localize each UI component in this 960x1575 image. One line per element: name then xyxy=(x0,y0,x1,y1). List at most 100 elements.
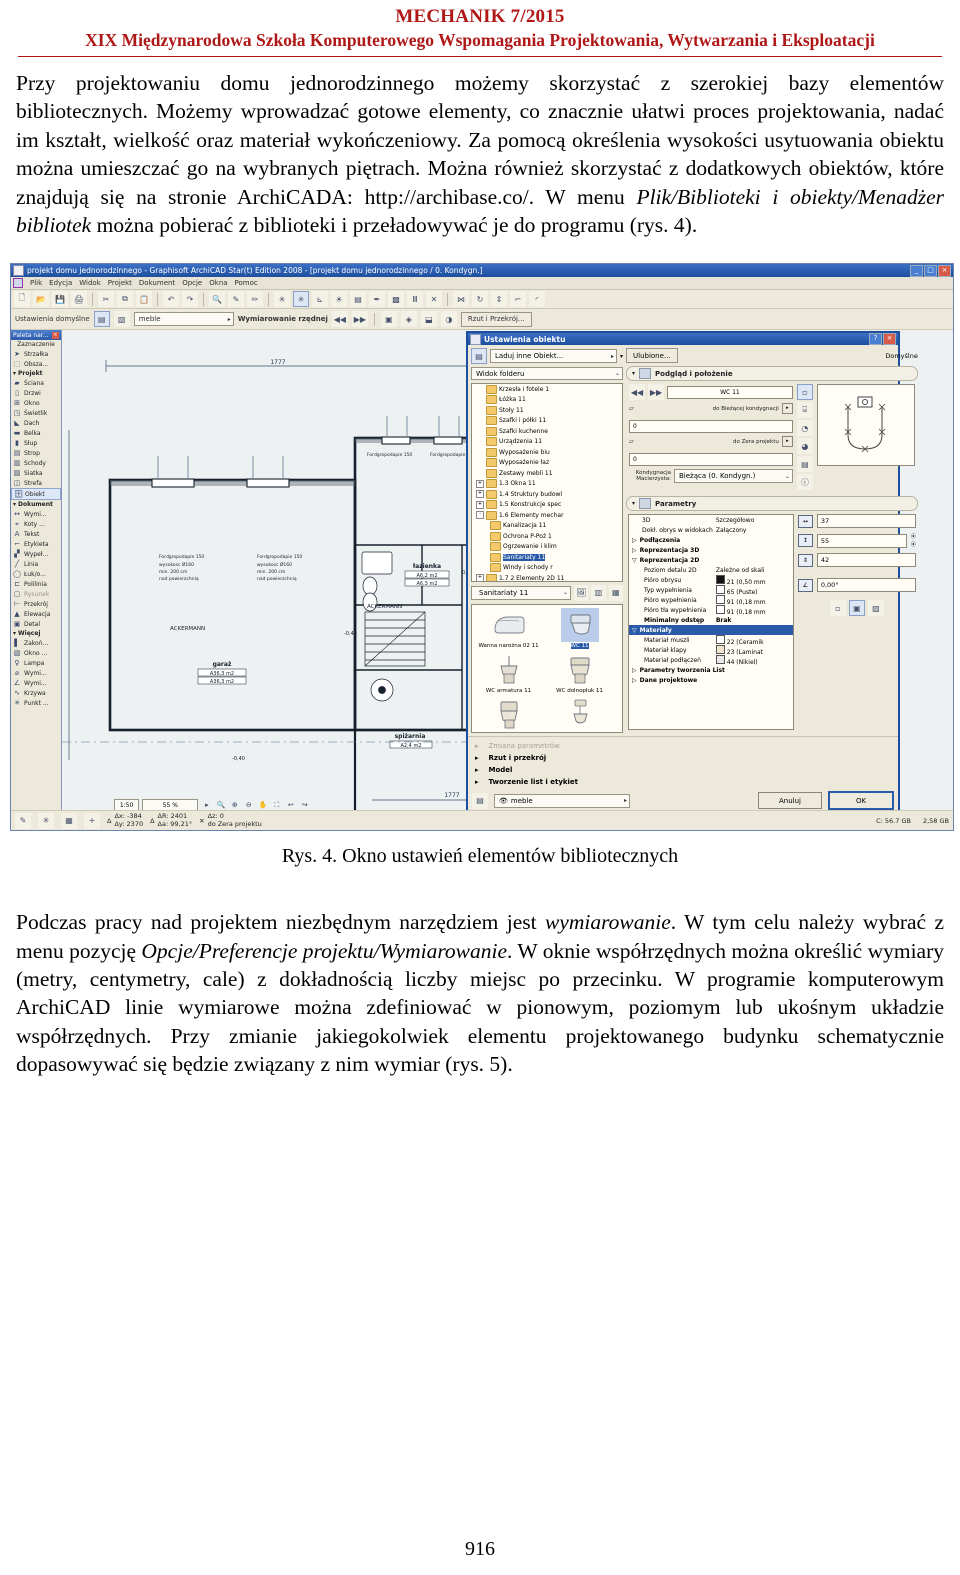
next-zoom-icon[interactable]: ↪ xyxy=(299,800,310,811)
layer-settings-icon[interactable]: ▤ xyxy=(472,792,488,809)
menu-item-projekt[interactable]: Projekt xyxy=(108,279,132,287)
redo-icon[interactable]: ↷ xyxy=(182,291,198,308)
view-3d-icon[interactable]: ◈ xyxy=(400,311,417,328)
snap-icon[interactable]: ✳ xyxy=(293,291,309,308)
height-input[interactable]: 42 xyxy=(816,553,916,568)
gallery-item[interactable]: WC górnopłuk 01 11 xyxy=(544,698,615,732)
mirror-icon[interactable]: ⋈ xyxy=(453,291,469,308)
elevation-zero-popup-icon[interactable]: ▸ xyxy=(781,436,793,448)
elevate-icon[interactable]: ⇕ xyxy=(491,291,507,308)
tool-drzwi[interactable]: ▯ Drzwi xyxy=(11,388,61,398)
expander-icon[interactable]: ▽ xyxy=(632,627,637,634)
zoom-window-icon[interactable]: 🔍 xyxy=(215,800,226,811)
tree-item[interactable]: Wyposażenie biu xyxy=(472,447,622,458)
cut-icon[interactable]: ✂ xyxy=(98,291,114,308)
rotate-icon[interactable]: ↻ xyxy=(472,291,488,308)
pencil-icon[interactable]: ✏ xyxy=(247,291,263,308)
tool-wymiar-katowy[interactable]: ∠ Wymi... xyxy=(11,678,61,688)
help-button[interactable]: ? xyxy=(869,333,882,346)
param-group-selected[interactable]: ▽ Materiały xyxy=(629,625,793,636)
tool-dach[interactable]: ◣ Dach xyxy=(11,418,61,428)
param-row[interactable]: Pióro tła wypełnienia 91 (0,18 mm xyxy=(629,604,793,616)
tree-item[interactable]: Szafki i półki 11 xyxy=(472,415,622,426)
library-icon[interactable]: ▤ xyxy=(471,348,487,365)
param-row[interactable]: Materiał klapy 23 (Laminat xyxy=(629,644,793,656)
chevron-down-icon[interactable]: ▾ xyxy=(620,353,623,360)
expander-icon[interactable]: + xyxy=(476,490,484,499)
tool-palette[interactable]: Paleta nar... × Zaznaczenie ➤ Strzałka ⬚ O… xyxy=(11,330,62,831)
param-group[interactable]: ▷ Dane projektowe xyxy=(629,675,793,685)
mirror-y-icon[interactable]: ▨ xyxy=(867,600,884,617)
pan-icon[interactable]: ✋ xyxy=(257,800,268,811)
link-proportions-icon[interactable]: ⦿ ⦿ xyxy=(911,533,916,548)
new-icon[interactable]: 🗋 xyxy=(14,291,30,308)
chevron-right-icon[interactable]: ▸ xyxy=(201,800,212,811)
tool-okno[interactable]: ⊞ Okno xyxy=(11,398,61,408)
home-story-combo[interactable]: Bieżąca (0. Kondygn.) ⌄ xyxy=(674,469,793,484)
tool-belka[interactable]: ▬ Belka xyxy=(11,428,61,438)
next-object-button[interactable]: ▶▶ xyxy=(648,384,664,401)
footer-section-model[interactable]: ▸ Model xyxy=(472,764,894,776)
tree-item[interactable]: +1.3 Okna 11 xyxy=(472,478,622,489)
cancel-button[interactable]: Anuluj xyxy=(758,792,822,810)
expander-icon[interactable]: + xyxy=(476,479,484,488)
tool-punkt[interactable]: ✳ Punkt ... xyxy=(11,698,61,708)
palette-close-icon[interactable]: × xyxy=(51,331,59,339)
magic-wand-icon[interactable]: ✳ xyxy=(274,291,290,308)
tool-swietlik[interactable]: ◳ Świetlik xyxy=(11,408,61,418)
tool-obszar[interactable]: ⬚ Obsza... xyxy=(11,359,61,369)
zoom-in-icon[interactable]: ⊕ xyxy=(229,800,240,811)
expander-icon[interactable]: + xyxy=(476,500,484,509)
expander-icon[interactable]: ▽ xyxy=(632,557,637,564)
param-group[interactable]: ▷ Reprezentacja 3D xyxy=(629,545,793,555)
expander-icon[interactable]: ▸ xyxy=(475,766,479,774)
tree-item[interactable]: Wyposażenie łaz xyxy=(472,457,622,468)
tool-obiekt[interactable]: 🗄 Obiekt xyxy=(11,488,61,501)
object-gallery[interactable]: Wanna narożna 02 11 WC 11 WC armatura 11… xyxy=(471,603,623,734)
tool-koty[interactable]: ⌖ Koty ... xyxy=(11,519,61,529)
tool-elewacja[interactable]: ▲ Elewacja xyxy=(11,609,61,619)
object-tool-icon[interactable]: ▤ xyxy=(93,311,110,328)
tree-item[interactable]: Windy i schody r xyxy=(472,562,622,573)
tree-item[interactable]: - 1.6 Elementy mechar xyxy=(472,510,622,521)
depth-input[interactable]: 55 xyxy=(816,533,907,548)
tree-item[interactable]: +1.5 Konstrukcje spec xyxy=(472,499,622,510)
expander-icon[interactable]: ▸ xyxy=(475,742,479,750)
tool-slup[interactable]: ▮ Słup xyxy=(11,438,61,448)
angle-input[interactable]: 0,00° xyxy=(816,578,916,593)
nav-prev-icon[interactable]: ◀◀ xyxy=(331,311,348,328)
param-row[interactable]: Typ wypełnienia 65 (Puste) xyxy=(629,584,793,596)
ok-button[interactable]: OK xyxy=(828,791,894,811)
copy-icon[interactable]: ⧉ xyxy=(117,291,133,308)
open-icon[interactable]: 📂 xyxy=(33,291,49,308)
plan-section-button[interactable]: Rzut i Przekrój... xyxy=(460,311,532,327)
status-add-icon[interactable]: + xyxy=(84,812,100,829)
dialog-close-button[interactable]: × xyxy=(883,333,896,346)
tool-strop[interactable]: ▤ Strop xyxy=(11,448,61,458)
save-icon[interactable]: 💾 xyxy=(52,291,68,308)
elevation-zero-input[interactable]: 0 xyxy=(629,453,793,467)
gallery-item[interactable]: WC armatura 11 xyxy=(473,653,544,694)
parameters-panel-header[interactable]: ▾ Parametry xyxy=(626,496,918,512)
menu-item-dokument[interactable]: Dokument xyxy=(139,279,175,287)
status-snap-icon[interactable]: ✳ xyxy=(38,812,54,829)
pen-set-icon[interactable]: ✒ xyxy=(369,291,385,308)
param-group[interactable]: ▽ Reprezentacja 2D xyxy=(629,555,793,565)
info-bar[interactable]: Ustawienia domyślne ▤ ▧ meble ▸ Wymiarow… xyxy=(11,309,953,331)
tree-item[interactable]: Kanalizacja 11 xyxy=(472,520,622,531)
preview-3d-icon[interactable]: ⌸ xyxy=(796,402,813,419)
expander-icon[interactable]: ▸ xyxy=(475,778,479,786)
param-row[interactable]: Pióro obrysu 21 (0,50 mm xyxy=(629,574,793,586)
preview-detail-icon[interactable]: ▥ xyxy=(591,584,606,601)
gallery-item-selected[interactable]: WC 11 xyxy=(544,607,615,650)
tool-przekroj[interactable]: ⊢ Przekrój xyxy=(11,599,61,609)
preview-grid-icon[interactable]: ▦ xyxy=(608,584,623,601)
tool-sciana[interactable]: ▰ Ściana xyxy=(11,378,61,388)
align-icon[interactable]: ⊾ xyxy=(312,291,328,308)
zoom-tool-icon[interactable]: 🔍 xyxy=(209,291,225,308)
footer-section-rzut-przekroj[interactable]: ▸ Rzut i przekrój xyxy=(472,752,894,764)
tree-item-selected[interactable]: Sanitariaty 11 xyxy=(472,552,622,563)
param-row[interactable]: Dokł. obrys w widokach Załączony xyxy=(629,525,793,535)
tool-krzywa[interactable]: ∿ Krzywa xyxy=(11,688,61,698)
gallery-item[interactable]: Wanna narożna 02 11 xyxy=(473,608,544,649)
